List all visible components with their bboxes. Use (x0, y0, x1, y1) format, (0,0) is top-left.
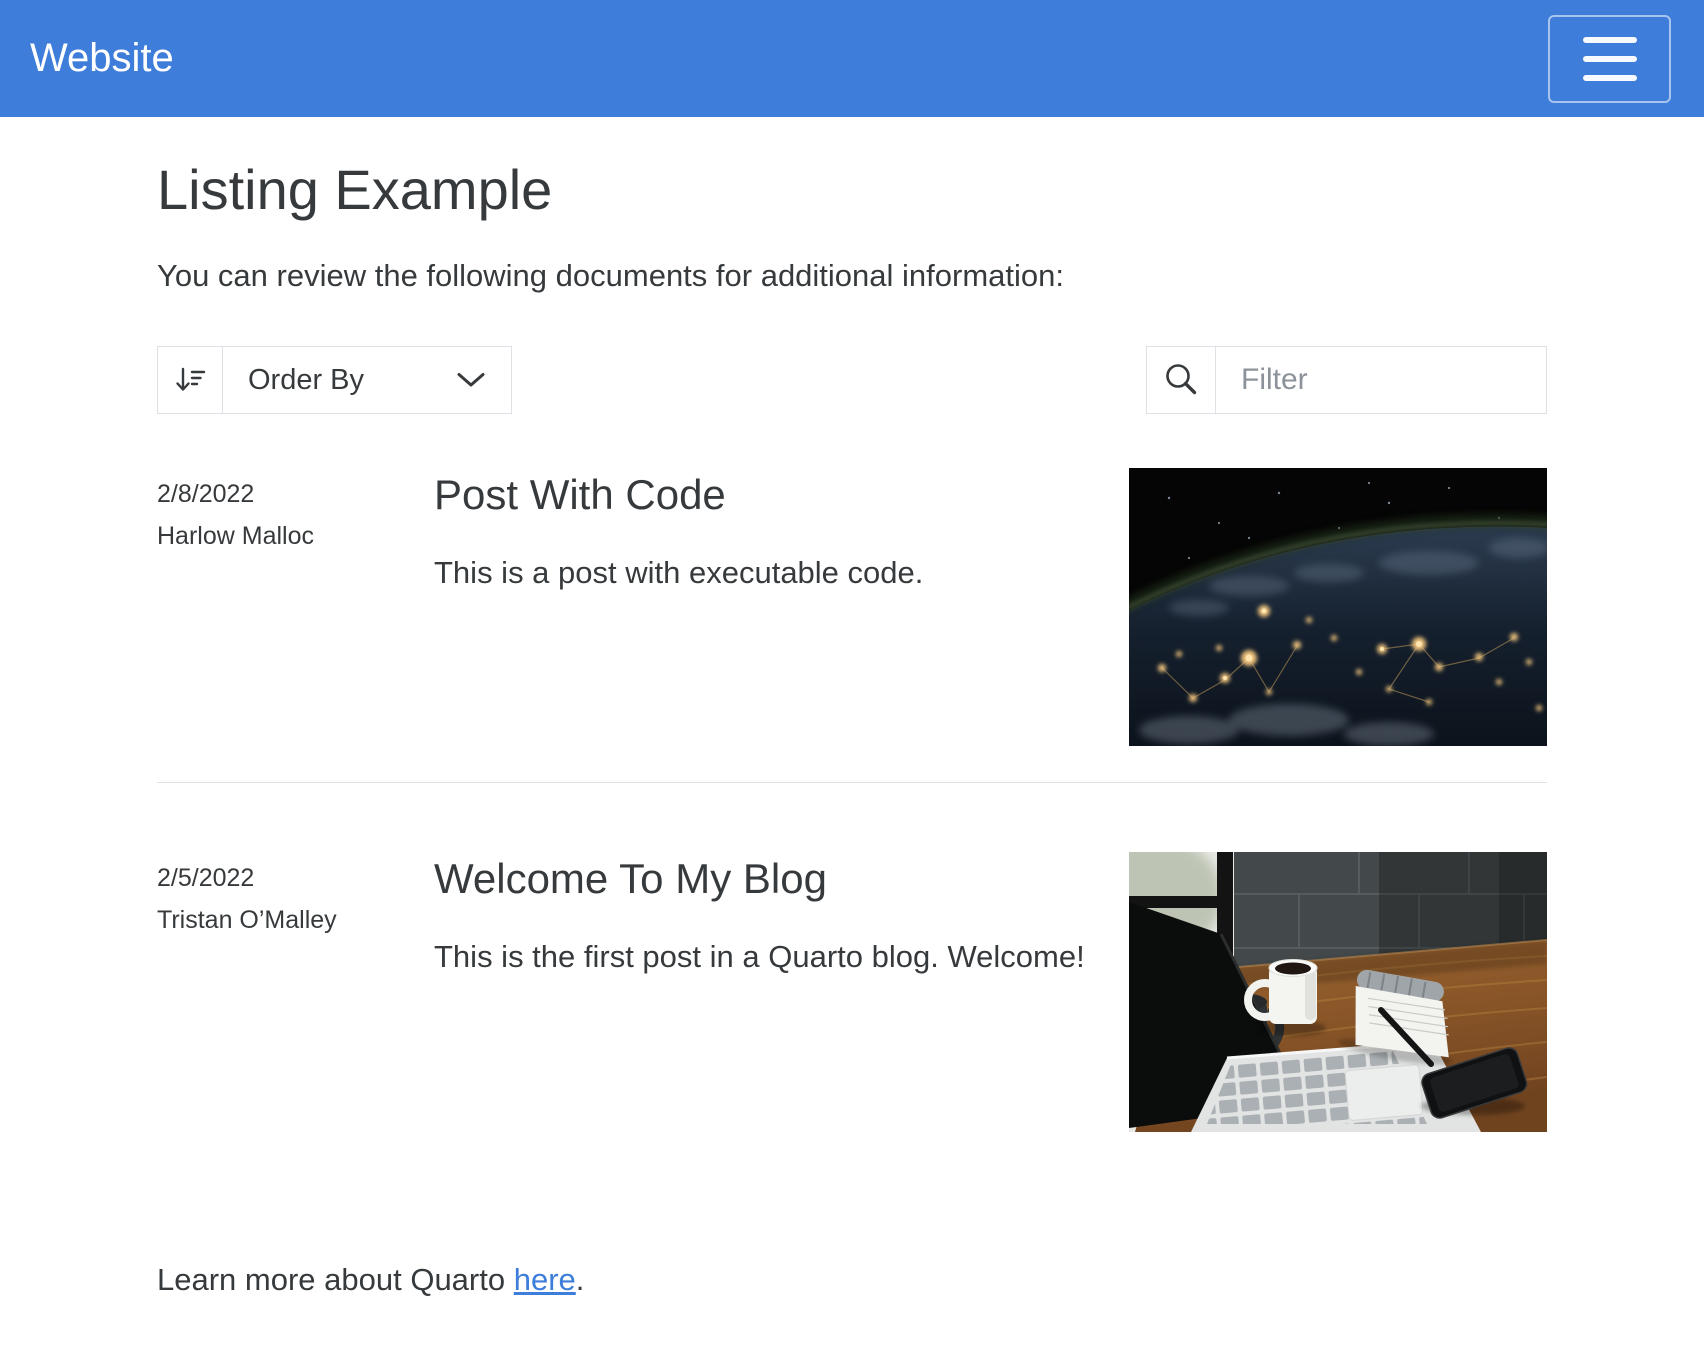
footer-text-after: . (576, 1262, 585, 1297)
post-meta: 2/8/2022 Harlow Malloc (157, 468, 434, 746)
order-by-dropdown[interactable]: Order By (157, 346, 512, 414)
navbar-toggler-button[interactable] (1548, 15, 1671, 103)
chevron-down-icon (456, 347, 511, 413)
listing-controls: Order By (157, 346, 1547, 414)
quarto-link[interactable]: here (514, 1262, 576, 1297)
search-icon (1147, 347, 1216, 413)
post-divider (157, 782, 1547, 783)
post-thumbnail-desk-image[interactable] (1129, 852, 1547, 1132)
sort-amount-down-icon (158, 347, 223, 413)
footer-text: Learn more about Quarto here. (157, 1262, 1547, 1343)
post-title-link[interactable]: Welcome To My Blog (434, 852, 1129, 907)
post-description: This is a post with executable code. (434, 547, 1094, 600)
post-title-link[interactable]: Post With Code (434, 468, 1129, 523)
post-meta: 2/5/2022 Tristan O’Malley (157, 852, 434, 1132)
order-by-label: Order By (223, 347, 456, 413)
main-content: Listing Example You can review the follo… (0, 157, 1704, 1343)
navbar: Website (0, 0, 1704, 117)
listing-item-welcome-to-my-blog: 2/5/2022 Tristan O’Malley Welcome To My … (157, 852, 1547, 1132)
post-description: This is the first post in a Quarto blog.… (434, 931, 1094, 984)
post-date: 2/8/2022 (157, 476, 434, 512)
post-body: Post With Code This is a post with execu… (434, 468, 1129, 746)
navbar-brand[interactable]: Website (30, 36, 174, 81)
post-author: Tristan O’Malley (157, 902, 434, 938)
post-thumbnail-earth-image[interactable] (1129, 468, 1547, 746)
post-author: Harlow Malloc (157, 518, 434, 554)
footer-text-before: Learn more about Quarto (157, 1262, 514, 1297)
page-intro: You can review the following documents f… (157, 258, 1547, 294)
post-date: 2/5/2022 (157, 860, 434, 896)
page-title: Listing Example (157, 157, 1547, 222)
listing-item-post-with-code: 2/8/2022 Harlow Malloc Post With Code Th… (157, 468, 1547, 746)
filter-input[interactable] (1216, 347, 1546, 413)
hamburger-menu-icon (1583, 37, 1637, 81)
post-body: Welcome To My Blog This is the first pos… (434, 852, 1129, 1132)
filter-group (1146, 346, 1547, 414)
